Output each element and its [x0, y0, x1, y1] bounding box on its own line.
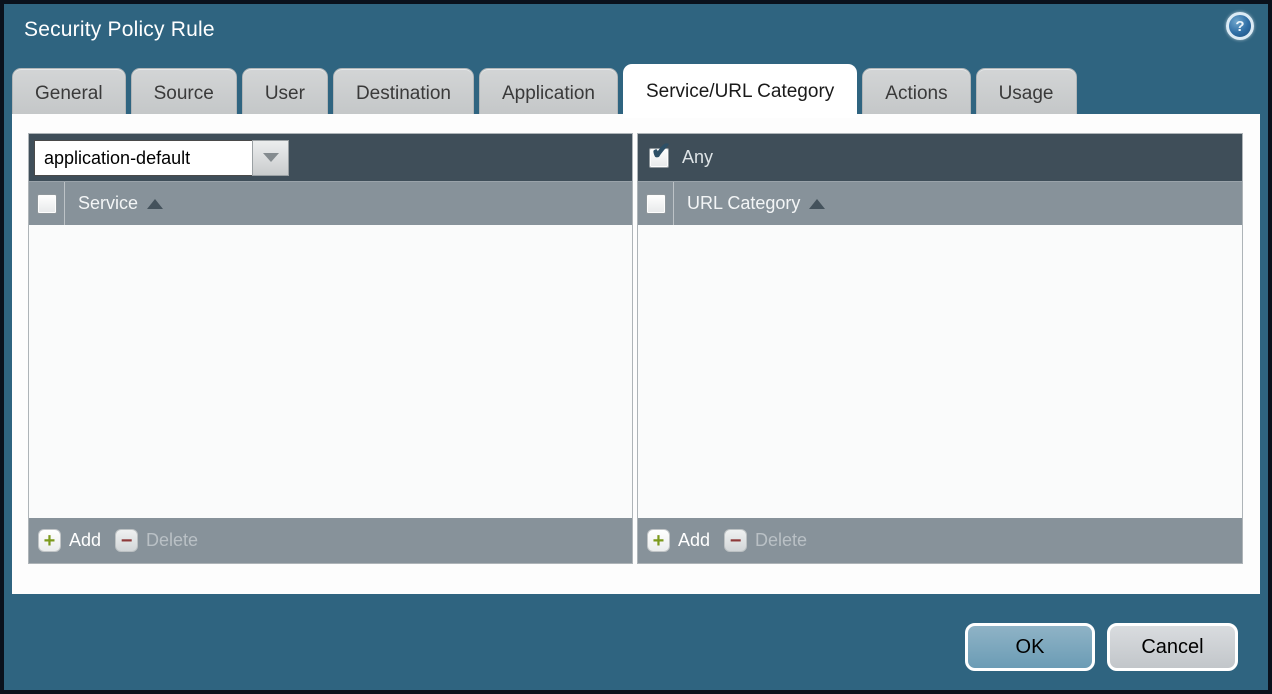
any-label: Any [682, 147, 713, 168]
titlebar: Security Policy Rule ? [4, 4, 1268, 64]
service-type-combobox-value[interactable]: application-default [34, 140, 252, 176]
url-category-panel-header: ✔ Any [638, 134, 1242, 181]
add-service-label: Add [69, 530, 101, 551]
service-panel-footer: + Add − Delete [29, 518, 632, 563]
url-category-table-body[interactable] [638, 225, 1242, 518]
service-type-combobox-button[interactable] [252, 140, 289, 176]
any-url-category-toggle[interactable]: ✔ Any [649, 147, 713, 168]
minus-icon: − [115, 529, 138, 552]
delete-url-category-label: Delete [755, 530, 807, 551]
sort-asc-icon[interactable] [809, 199, 825, 209]
checkbox-checked-icon: ✔ [651, 140, 671, 164]
tab-service-url-category[interactable]: Service/URL Category [623, 64, 857, 118]
tab-application[interactable]: Application [479, 68, 618, 118]
tab-actions[interactable]: Actions [862, 68, 970, 118]
minus-icon: − [724, 529, 747, 552]
ok-button[interactable]: OK [965, 623, 1095, 671]
service-column-header-row: Service [29, 181, 632, 225]
tab-general[interactable]: General [12, 68, 126, 118]
plus-icon: + [38, 529, 61, 552]
dialog-title: Security Policy Rule [24, 18, 215, 42]
select-all-url-categories-checkbox[interactable] [646, 194, 666, 214]
delete-service-label: Delete [146, 530, 198, 551]
select-all-services-checkbox[interactable] [37, 194, 57, 214]
tab-user[interactable]: User [242, 68, 328, 118]
service-type-combobox[interactable]: application-default [34, 140, 289, 176]
service-column-header[interactable]: Service [78, 193, 138, 214]
service-panel-header: application-default [29, 134, 632, 181]
help-icon[interactable]: ? [1226, 12, 1254, 40]
delete-service-button[interactable]: − Delete [115, 529, 198, 552]
tab-content: application-default Service + Add [12, 114, 1260, 594]
url-category-panel-footer: + Add − Delete [638, 518, 1242, 563]
sort-asc-icon[interactable] [147, 199, 163, 209]
url-category-panel: ✔ Any URL Category + Add [637, 133, 1243, 564]
url-category-select-all-cell [638, 182, 673, 225]
chevron-down-icon [263, 153, 279, 162]
service-select-all-cell [29, 182, 64, 225]
any-checkbox[interactable]: ✔ [649, 148, 669, 168]
add-service-button[interactable]: + Add [38, 529, 101, 552]
tab-usage[interactable]: Usage [976, 68, 1077, 118]
service-panel: application-default Service + Add [28, 133, 633, 564]
url-category-column-header[interactable]: URL Category [687, 193, 800, 214]
security-policy-rule-dialog: { "dialog": { "title": "Security Policy … [0, 0, 1272, 694]
url-category-column-header-row: URL Category [638, 181, 1242, 225]
tab-destination[interactable]: Destination [333, 68, 474, 118]
plus-icon: + [647, 529, 670, 552]
help-glyph: ? [1235, 18, 1244, 35]
tab-source[interactable]: Source [131, 68, 237, 118]
cancel-button[interactable]: Cancel [1107, 623, 1238, 671]
add-url-category-label: Add [678, 530, 710, 551]
service-table-body[interactable] [29, 225, 632, 518]
column-divider [673, 182, 674, 225]
column-divider [64, 182, 65, 225]
add-url-category-button[interactable]: + Add [647, 529, 710, 552]
panels-container: application-default Service + Add [28, 133, 1243, 564]
tab-bar: General Source User Destination Applicat… [12, 64, 1077, 118]
delete-url-category-button[interactable]: − Delete [724, 529, 807, 552]
